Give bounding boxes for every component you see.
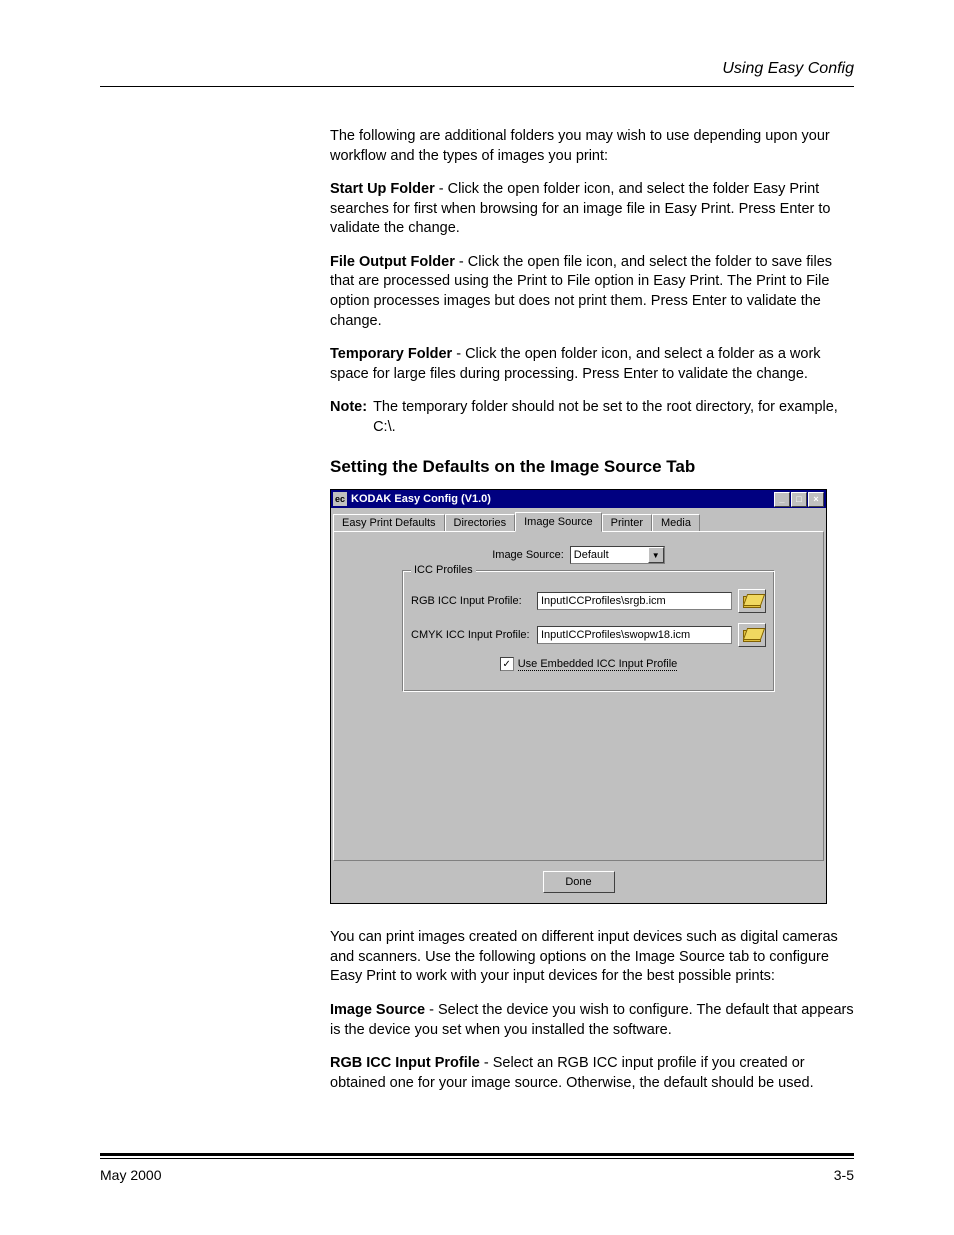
folder-icon xyxy=(743,628,761,642)
page-footer: May 2000 3-5 xyxy=(100,1167,854,1183)
fileout-paragraph: File Output Folder - Click the open file… xyxy=(330,253,854,331)
tab-content: Image Source: Default ▼ ICC Profiles RGB… xyxy=(333,531,824,861)
tab-strip: Easy Print Defaults Directories Image So… xyxy=(333,512,826,531)
titlebar: ec KODAK Easy Config (V1.0) _ □ × xyxy=(331,490,826,508)
maximize-button[interactable]: □ xyxy=(791,492,807,507)
lower-imgsrc: Image Source - Select the device you wis… xyxy=(330,1001,854,1040)
footer-rule-thick xyxy=(100,1153,854,1156)
image-source-label: Image Source: xyxy=(492,549,564,561)
startup-paragraph: Start Up Folder - Click the open folder … xyxy=(330,180,854,239)
note-text: The temporary folder should not be set t… xyxy=(373,398,854,437)
startup-label: Start Up Folder xyxy=(330,181,435,197)
temp-label: Temporary Folder xyxy=(330,346,452,362)
window-title: KODAK Easy Config (V1.0) xyxy=(351,493,491,505)
tab-media[interactable]: Media xyxy=(652,514,700,531)
temp-paragraph: Temporary Folder - Click the open folder… xyxy=(330,345,854,384)
lower-imgsrc-label: Image Source xyxy=(330,1002,425,1018)
icc-profiles-group: ICC Profiles RGB ICC Input Profile: Inpu… xyxy=(402,570,775,692)
rgb-input[interactable]: InputICCProfiles\srgb.icm xyxy=(537,592,732,610)
rgb-label: RGB ICC Input Profile: xyxy=(411,595,531,607)
folder-icon xyxy=(743,594,761,608)
lower-intro: You can print images created on differen… xyxy=(330,928,854,987)
done-button[interactable]: Done xyxy=(543,871,615,893)
lower-rgb: RGB ICC Input Profile - Select an RGB IC… xyxy=(330,1054,854,1093)
embedded-checkbox[interactable]: ✓ xyxy=(500,657,514,671)
chevron-down-icon: ▼ xyxy=(648,547,664,563)
app-window: ec KODAK Easy Config (V1.0) _ □ × Easy P… xyxy=(330,489,827,904)
checkbox-label: Use Embedded ICC Input Profile xyxy=(518,658,678,671)
footer-page: 3-5 xyxy=(834,1167,854,1183)
intro-text: The following are additional folders you… xyxy=(330,127,854,166)
fileout-label: File Output Folder xyxy=(330,254,455,270)
cmyk-input[interactable]: InputICCProfiles\swopw18.icm xyxy=(537,626,732,644)
footer-rule-thin xyxy=(100,1158,854,1159)
tab-easy-print-defaults[interactable]: Easy Print Defaults xyxy=(333,514,445,531)
cmyk-browse-button[interactable] xyxy=(738,623,766,647)
cmyk-label: CMYK ICC Input Profile: xyxy=(411,629,531,641)
tab-printer[interactable]: Printer xyxy=(602,514,652,531)
image-source-value: Default xyxy=(574,549,609,561)
header-rule xyxy=(100,86,854,87)
tab-directories[interactable]: Directories xyxy=(445,514,516,531)
image-source-dropdown[interactable]: Default ▼ xyxy=(570,546,665,564)
section-heading: Setting the Defaults on the Image Source… xyxy=(330,457,854,477)
minimize-button[interactable]: _ xyxy=(774,492,790,507)
lower-rgb-label: RGB ICC Input Profile xyxy=(330,1055,480,1071)
rgb-browse-button[interactable] xyxy=(738,589,766,613)
header-title: Using Easy Config xyxy=(100,60,854,78)
note-label: Note: xyxy=(330,398,367,437)
groupbox-title: ICC Profiles xyxy=(411,564,476,576)
tab-image-source[interactable]: Image Source xyxy=(515,512,601,532)
app-icon: ec xyxy=(333,492,347,506)
close-button[interactable]: × xyxy=(808,492,824,507)
note-row: Note: The temporary folder should not be… xyxy=(330,398,854,437)
footer-date: May 2000 xyxy=(100,1167,161,1183)
